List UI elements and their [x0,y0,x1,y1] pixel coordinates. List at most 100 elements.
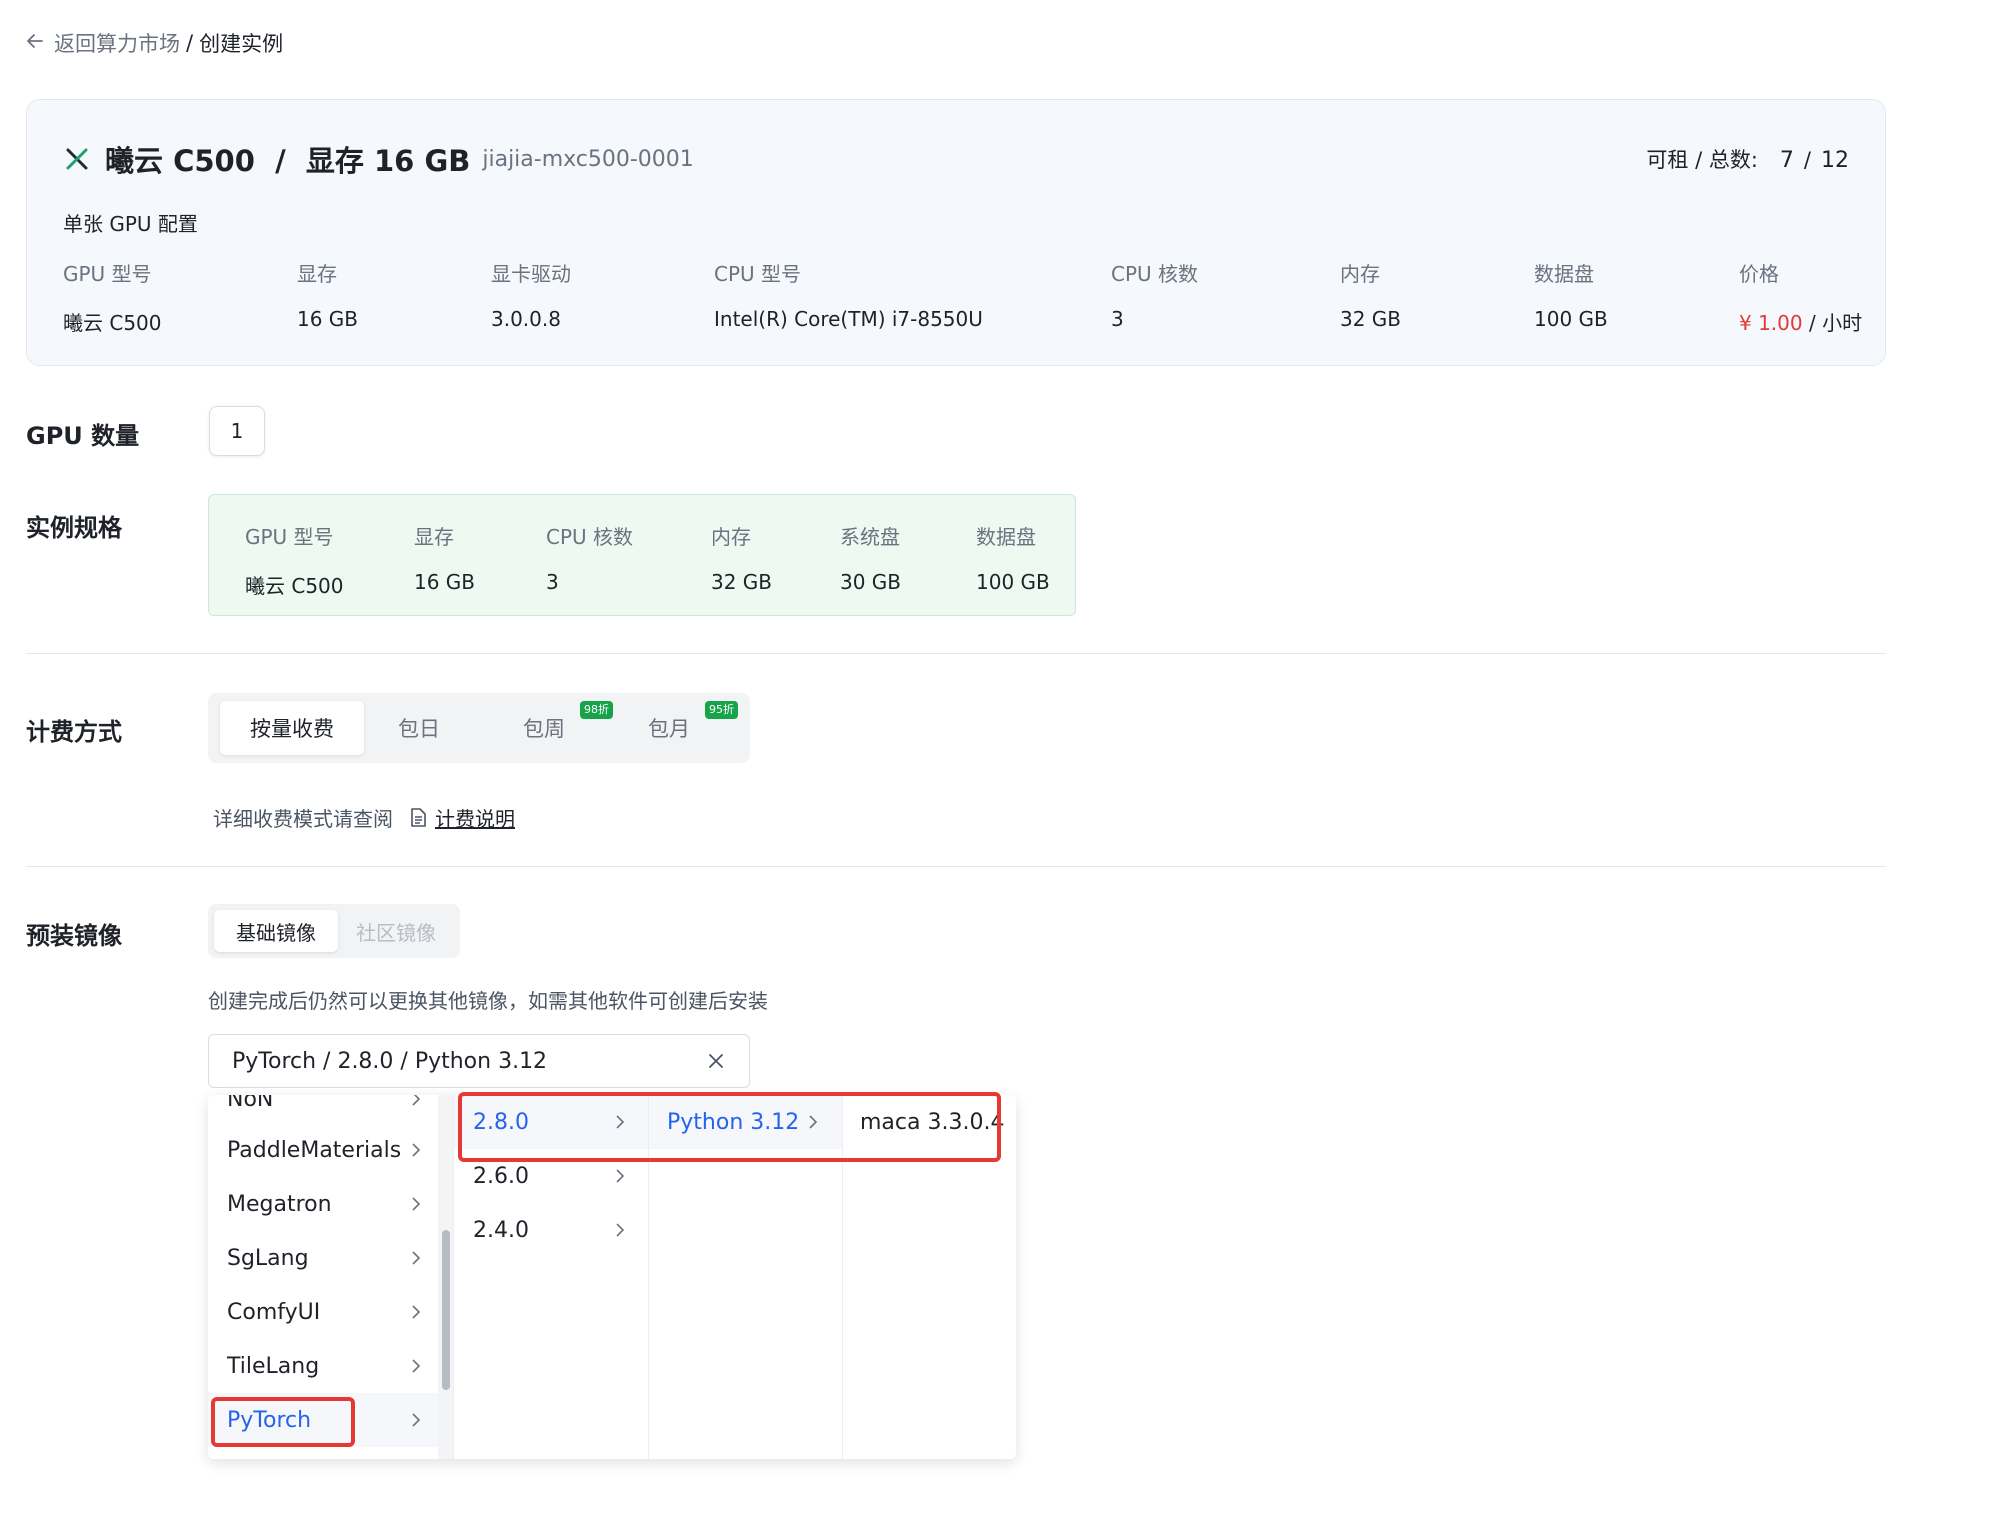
spec-value: 30 GB [840,570,902,594]
spec-label: GPU 型号 [245,525,334,549]
availability: 可租 / 总数: 7 / 12 [1646,144,1849,174]
spec-value: 曦云 C500 [245,574,344,598]
cascader-item-label: 2.6.0 [473,1163,529,1189]
divider [26,653,1886,654]
mx-logo-icon [66,148,88,170]
billing-tabs: 按量收费 包日 包周 98折 包月 95折 [208,693,750,763]
spec-cpu-cores: CPU 核数 3 [1111,258,1198,331]
breadcrumb: 返回算力市场 / 创建实例 [26,28,283,58]
chevron-right-icon [412,1197,421,1211]
chevron-right-icon [412,1359,421,1373]
image-label: 预装镜像 [26,922,122,950]
gpu-title: 曦云 C500 / 显存 16 GB [105,144,471,178]
cascader-item[interactable]: ComfyUI [208,1285,438,1339]
breadcrumb-current: 创建实例 [199,32,284,56]
cascader-item-label: SgLang [227,1245,309,1271]
arrow-left-icon[interactable] [26,31,46,55]
inst-spec-vram: 显存 16 GB [414,521,475,594]
inst-spec-cpu-cores: CPU 核数 3 [546,521,633,594]
cascader-item-label: ComfyUI [227,1299,321,1325]
chevron-right-icon [616,1169,625,1183]
spec-value: 100 GB [1534,307,1608,331]
cascader-item[interactable]: 2.4.0 [454,1203,648,1257]
image-tabs: 基础镜像 社区镜像 [208,904,460,958]
tab-community-image[interactable]: 社区镜像 [336,910,456,952]
chevron-right-icon [412,1143,421,1157]
cascader-item[interactable]: SgLang [208,1231,438,1285]
billing-doc-link[interactable]: 计费说明 [435,803,515,832]
chevron-right-icon [412,1305,421,1319]
spec-label: 内存 [1340,262,1380,286]
machine-id: jiajia-mxc500-0001 [482,146,694,172]
inst-spec-memory: 内存 32 GB [711,521,772,594]
spec-value: 3 [546,570,559,594]
instance-spec-label: 实例规格 [26,514,122,542]
spec-value: 曦云 C500 [63,311,162,335]
spec-label: 显卡驱动 [491,262,571,286]
chevron-right-icon [412,1413,421,1427]
billing-note-text: 详细收费模式请查阅 [213,807,393,831]
monthly-discount-badge: 95折 [705,701,738,719]
image-hint: 创建完成后仍然可以更换其他镜像，如需其他软件可创建后安装 [208,989,768,1013]
inst-spec-data-disk: 数据盘 100 GB [976,521,1050,594]
spec-value: 16 GB [414,570,476,594]
instance-spec-panel: GPU 型号 曦云 C500 显存 16 GB CPU 核数 3 内存 32 G… [208,494,1076,616]
spec-memory: 内存 32 GB [1340,258,1401,331]
chevron-right-icon [616,1223,625,1237]
inst-spec-system-disk: 系统盘 30 GB [840,521,901,594]
weekly-discount-badge: 98折 [580,701,613,719]
back-to-market-link[interactable]: 返回算力市场 [54,28,180,58]
spec-label: 显存 [297,262,337,286]
spec-label: CPU 核数 [546,525,634,549]
cascader-item[interactable]: Megatron [208,1177,438,1231]
spec-gpu-model: GPU 型号 曦云 C500 [63,258,162,336]
card-subtitle: 单张 GPU 配置 [63,212,198,236]
spec-vram: 显存 16 GB [297,258,358,331]
cascader-item-label: 2.4.0 [473,1217,529,1243]
spec-value: 3 [1111,307,1124,331]
spec-label: GPU 型号 [63,262,152,286]
spec-value: 32 GB [1340,307,1402,331]
spec-value: Intel(R) Core(TM) i7-8550U [714,307,983,331]
inst-spec-gpu-model: GPU 型号 曦云 C500 [245,521,344,599]
image-select[interactable]: PyTorch / 2.8.0 / Python 3.12 [208,1034,750,1088]
highlight-pytorch [211,1397,355,1447]
spec-label: 数据盘 [1534,262,1594,286]
spec-label: 数据盘 [976,525,1036,549]
image-select-value: PyTorch / 2.8.0 / Python 3.12 [232,1048,548,1074]
spec-cpu-model: CPU 型号 Intel(R) Core(TM) i7-8550U [714,258,983,331]
spec-driver: 显卡驱动 3.0.0.8 [491,258,571,331]
document-icon [411,807,426,827]
spec-label: 价格 [1739,262,1779,286]
price-unit: / 小时 [1802,311,1863,335]
breadcrumb-separator: / [186,31,194,55]
billing-label: 计费方式 [26,718,122,746]
close-icon[interactable] [705,1050,727,1072]
cascader-item-label: Megatron [227,1191,332,1217]
spec-label: CPU 型号 [714,262,802,286]
billing-note: 详细收费模式请查阅 计费说明 [213,803,515,832]
tab-pay-as-you-go[interactable]: 按量收费 [220,701,364,755]
spec-label: CPU 核数 [1111,262,1199,286]
spec-value: 32 GB [711,570,773,594]
cascader-item[interactable]: NoN [208,1095,438,1126]
total-count: 12 [1821,148,1849,173]
cascader-item[interactable]: PaddleMaterials [208,1123,438,1177]
availability-label: 可租 / 总数: [1646,148,1758,172]
spec-label: 内存 [711,525,751,549]
tab-daily[interactable]: 包日 [360,701,478,755]
highlight-version-path [458,1092,1001,1162]
spec-data-disk: 数据盘 100 GB [1534,258,1608,331]
scrollbar-thumb[interactable] [442,1230,450,1390]
cascader-item[interactable]: TileLang [208,1339,438,1393]
cascader-item-label: NoN [227,1095,274,1112]
availability-sep: / [1803,148,1811,172]
gpu-quantity-input[interactable]: 1 [209,406,265,456]
tab-base-image[interactable]: 基础镜像 [214,910,338,952]
spec-label: 系统盘 [840,525,900,549]
spec-label: 显存 [414,525,454,549]
cascader-item-label: PaddleMaterials [227,1137,402,1163]
cascader-item-label: TileLang [227,1353,320,1379]
spec-value: 16 GB [297,307,359,331]
chevron-right-icon [412,1095,421,1106]
